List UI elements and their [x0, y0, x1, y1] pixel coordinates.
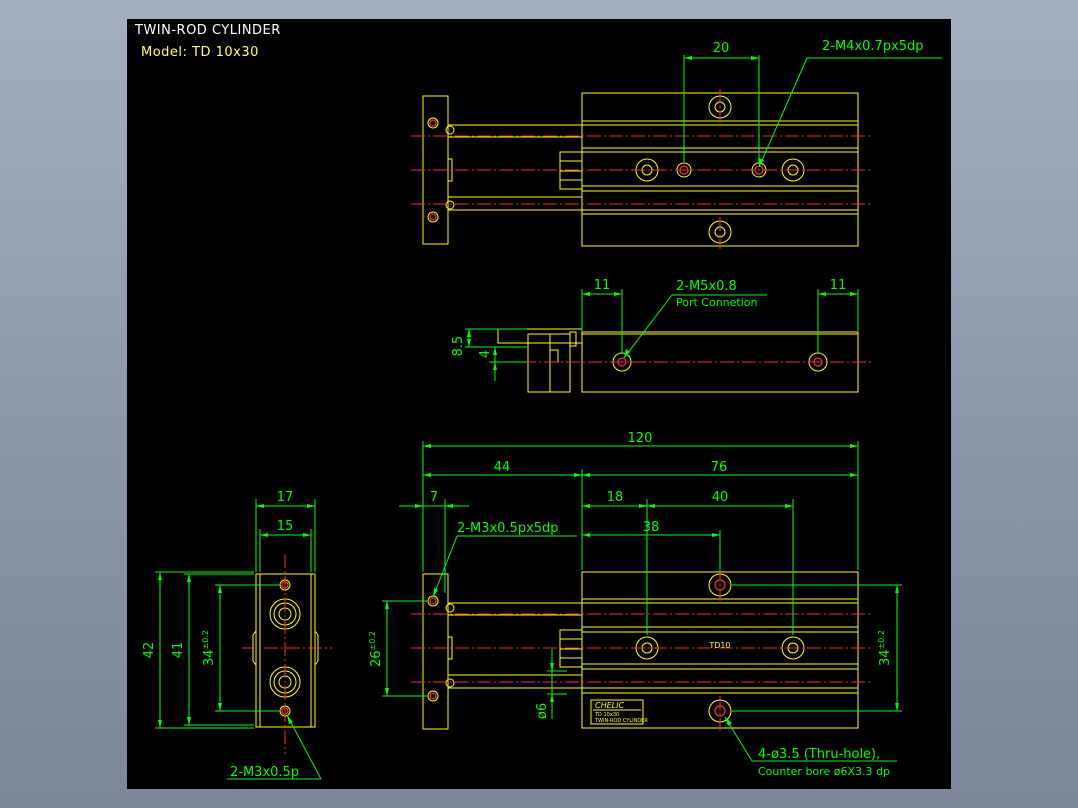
- dim-40: 40: [712, 490, 729, 505]
- dim-11-left: 11: [594, 278, 611, 293]
- callout-m4-tapped-hole: 2-M4x0.7px5dp: [822, 39, 924, 54]
- body-model-mark: TD10: [708, 641, 730, 650]
- counter-bore-label: Counter bore ø6X3.3 dp: [758, 765, 890, 778]
- callout-thru-hole: 4-ø3.5 (Thru-hole),: [758, 747, 880, 762]
- dim-17: 17: [277, 490, 294, 505]
- dim-38: 38: [643, 520, 660, 535]
- port-connection-label: Port Connetion: [676, 296, 758, 309]
- dim-120: 120: [628, 431, 653, 446]
- technical-drawing: 20 2-M4x0.7px5dp 11 11 2-M5x0.8 Port Con…: [142, 39, 942, 780]
- dim-34-right: 34±0.2: [877, 630, 893, 666]
- dim-41: 41: [171, 642, 186, 659]
- dim-7: 7: [430, 490, 438, 505]
- end-view: 17 15 42 41 34±0.2 2-M3x0.5p: [142, 490, 332, 780]
- callout-m3-front: 2-M3x0.5px5dp: [457, 521, 559, 536]
- dim-18: 18: [607, 490, 624, 505]
- callout-m5-port: 2-M5x0.8: [676, 279, 737, 294]
- dim-44: 44: [494, 460, 511, 475]
- dim-8-5: 8.5: [451, 336, 466, 357]
- nameplate-line2: TWIN-ROD CYLINDER: [594, 718, 648, 724]
- cad-drawing-viewport[interactable]: TWIN-ROD CYLINDER Model: TD 10x30 20 2-M…: [127, 19, 951, 789]
- dim-34-end: 34±0.2: [201, 630, 217, 666]
- dim-11-right: 11: [830, 278, 847, 293]
- dim-dia-6: ø6: [535, 703, 550, 719]
- dim-20: 20: [713, 41, 730, 56]
- front-view: TD10 CHELIC TD 10x30 TWIN-ROD CYLINDER 1…: [368, 431, 902, 778]
- callout-m3-end: 2-M3x0.5p: [230, 765, 299, 780]
- dim-26: 26±0.2: [368, 631, 384, 667]
- dim-4: 4: [478, 350, 493, 358]
- dim-15: 15: [277, 519, 294, 534]
- dim-76: 76: [711, 460, 728, 475]
- side-view: 11 11 2-M5x0.8 Port Connetion 8.5 4: [451, 278, 872, 393]
- dim-42: 42: [142, 642, 157, 659]
- top-view: 20 2-M4x0.7px5dp: [411, 39, 942, 249]
- brand-label: CHELIC: [595, 701, 624, 710]
